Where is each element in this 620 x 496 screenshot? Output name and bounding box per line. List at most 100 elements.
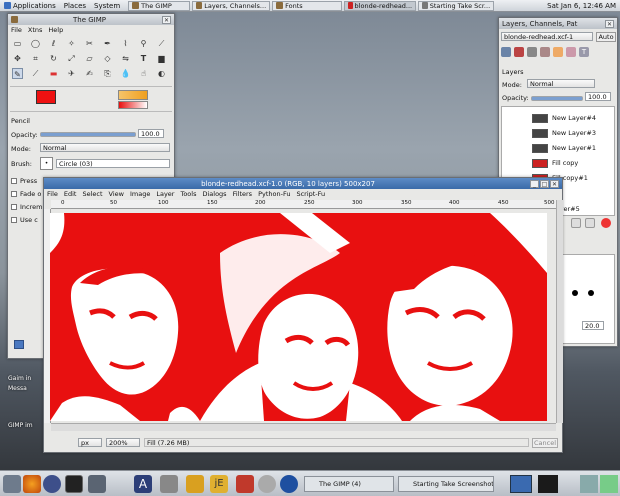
trash-icon[interactable] [600, 475, 618, 493]
menu-help[interactable]: Help [48, 26, 63, 34]
menu-script-fu[interactable]: Script-Fu [296, 190, 325, 198]
save-options-icon[interactable] [14, 340, 24, 349]
blur-icon[interactable]: 💧 [120, 68, 131, 79]
app-icon[interactable] [186, 475, 204, 493]
opacity-slider[interactable] [40, 132, 136, 137]
applications-menu[interactable]: Applications [0, 0, 60, 12]
menu-python-fu[interactable]: Python-Fu [258, 190, 290, 198]
layers-opacity-field[interactable]: 100.0 [585, 92, 611, 101]
desktop-icon-label[interactable]: Gaim in [8, 375, 31, 382]
menu-edit[interactable]: Edit [64, 190, 77, 198]
palettes-tab-icon[interactable] [566, 47, 576, 57]
anchor-layer-icon[interactable] [585, 218, 595, 228]
foreground-color[interactable] [36, 90, 56, 104]
taskbar-task-screenshot[interactable]: Starting Take Screenshot [398, 476, 494, 492]
system-menu[interactable]: System [90, 0, 124, 12]
horizontal-scrollbar[interactable] [51, 423, 556, 431]
fuzzy-select-icon[interactable]: ✧ [66, 38, 77, 49]
panel-task-layers[interactable]: Layers, Channels... [192, 0, 271, 11]
smudge-icon[interactable]: ☝ [138, 68, 149, 79]
patterns-tab-icon[interactable] [540, 47, 550, 57]
perspective-icon[interactable]: ◇ [102, 53, 113, 64]
panel-task-gimp[interactable]: The GIMP [128, 0, 191, 11]
auto-button[interactable]: Auto [596, 32, 616, 42]
color-picker-icon[interactable]: ⌇ [120, 38, 131, 49]
paintbrush-icon[interactable]: ⟋ [30, 68, 41, 79]
delete-layer-icon[interactable] [601, 218, 611, 228]
computer-icon[interactable] [3, 475, 21, 493]
zoom-select[interactable]: 200% [106, 438, 140, 447]
brush-dot[interactable] [572, 290, 578, 296]
toolbox-titlebar[interactable]: The GIMP ✕ [8, 14, 174, 25]
app-icon[interactable] [236, 475, 254, 493]
minimize-icon[interactable]: _ [530, 179, 539, 188]
layers-mode-select[interactable]: Normal [527, 79, 595, 88]
channels-tab-icon[interactable] [514, 47, 524, 57]
desktop-icon-label[interactable]: GIMP im [8, 422, 33, 429]
duplicate-layer-icon[interactable] [571, 218, 581, 228]
gradients-tab-icon[interactable] [553, 47, 563, 57]
globe-icon[interactable] [43, 475, 61, 493]
terminal-icon[interactable] [65, 475, 83, 493]
layers-titlebar[interactable]: Layers, Channels, Pat ✕ [499, 18, 617, 29]
menu-tools[interactable]: Tools [180, 190, 196, 198]
close-icon[interactable]: ✕ [605, 19, 614, 28]
paths-tab-icon[interactable] [527, 47, 537, 57]
brush-field[interactable]: Circle (03) [56, 159, 170, 168]
system-monitor-icon[interactable] [538, 475, 558, 493]
rect-select-icon[interactable]: ▭ [12, 38, 23, 49]
zoom-icon[interactable]: ⚲ [138, 38, 149, 49]
scissors-icon[interactable]: ✂ [84, 38, 95, 49]
menu-dialogs[interactable]: Dialogs [202, 190, 226, 198]
app-icon[interactable] [258, 475, 276, 493]
vertical-scrollbar[interactable] [556, 200, 563, 423]
brush-dot[interactable] [588, 290, 594, 296]
panel-task-image[interactable]: blonde-redhead... [344, 0, 417, 11]
image-select[interactable]: blonde-redhead.xcf-1 [501, 32, 593, 41]
layers-tab-icon[interactable] [501, 47, 511, 57]
eraser-icon[interactable]: ▬ [48, 68, 59, 79]
jedit-icon[interactable]: jE [210, 475, 228, 493]
horizontal-ruler[interactable]: 0 50 100 150 200 250 300 350 400 450 500 [51, 200, 556, 209]
font-app-icon[interactable]: A [134, 475, 152, 493]
places-menu[interactable]: Places [60, 0, 90, 12]
brush-indicator[interactable] [118, 90, 148, 100]
airbrush-icon[interactable]: ✈ [66, 68, 77, 79]
clone-icon[interactable]: ⎘ [102, 68, 113, 79]
menu-image[interactable]: Image [130, 190, 150, 198]
ellipse-select-icon[interactable]: ◯ [30, 38, 41, 49]
workspace-switcher[interactable] [510, 475, 532, 493]
desktop-icon-label[interactable]: Messa [8, 385, 27, 392]
menu-filters[interactable]: Filters [233, 190, 252, 198]
paths-icon[interactable]: ✒ [102, 38, 113, 49]
layer-item[interactable]: New Layer#3 [502, 126, 612, 140]
menu-xtns[interactable]: Xtns [28, 26, 43, 34]
brush-preview[interactable]: • [40, 157, 53, 170]
panel-task-fonts[interactable]: Fonts [272, 0, 343, 11]
unit-select[interactable]: px [78, 438, 102, 447]
move-icon[interactable]: ✥ [12, 53, 23, 64]
taskbar-task-gimp[interactable]: The GIMP (4) [304, 476, 394, 492]
tray-icon[interactable] [580, 475, 598, 493]
gradient-indicator[interactable] [118, 101, 148, 109]
close-icon[interactable]: ✕ [162, 15, 171, 24]
maximize-icon[interactable]: □ [540, 179, 549, 188]
panel-task-screenshot[interactable]: Starting Take Scr... [418, 0, 495, 11]
fonts-tab-icon[interactable]: T [579, 47, 589, 57]
text-icon[interactable]: T [138, 53, 149, 64]
dodge-burn-icon[interactable]: ◐ [156, 68, 167, 79]
shear-icon[interactable]: ▱ [84, 53, 95, 64]
flip-icon[interactable]: ⇋ [120, 53, 131, 64]
scale-icon[interactable]: ⤢ [66, 53, 77, 64]
menu-file[interactable]: File [11, 26, 22, 34]
panel-clock[interactable]: Sat Jan 6, 12:46 AM [543, 0, 620, 12]
image-canvas[interactable] [50, 213, 547, 421]
layer-item[interactable]: New Layer#4 [502, 111, 612, 125]
app-icon[interactable] [280, 475, 298, 493]
layer-item[interactable]: New Layer#1 [502, 141, 612, 155]
measure-icon[interactable]: ⟋ [156, 38, 167, 49]
menu-select[interactable]: Select [82, 190, 102, 198]
settings-icon[interactable] [160, 475, 178, 493]
layer-item[interactable]: Fill copy [502, 156, 612, 170]
pencil-icon[interactable]: ✎ [12, 68, 23, 79]
